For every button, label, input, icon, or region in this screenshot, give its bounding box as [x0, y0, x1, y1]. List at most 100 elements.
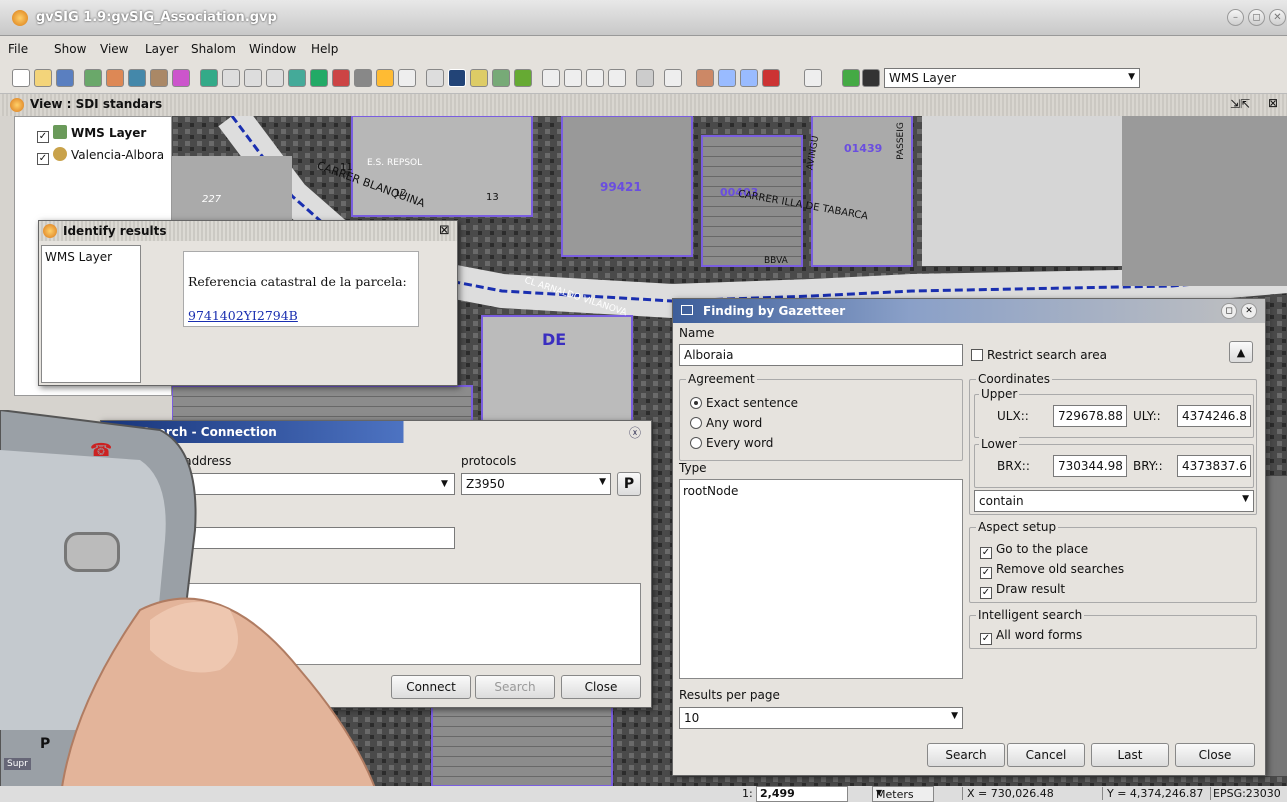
remove-old-searches-checkbox[interactable]: ✓ Remove old searches [980, 562, 1124, 579]
distance-icon[interactable] [470, 69, 488, 87]
menu-file[interactable]: File [8, 42, 28, 56]
export-icon[interactable] [762, 69, 780, 87]
radio-icon[interactable] [690, 417, 702, 429]
protocol-p-button[interactable]: P [617, 472, 641, 496]
zoom-in-icon[interactable] [222, 69, 240, 87]
results-per-page-select[interactable]: 10 [679, 707, 963, 729]
properties-icon[interactable] [128, 69, 146, 87]
binoculars-icon[interactable] [862, 69, 880, 87]
search-button[interactable]: Search [475, 675, 555, 699]
scale-input[interactable]: 2,499 [756, 786, 848, 802]
radio-icon[interactable] [690, 397, 702, 409]
gazetteer-last-button[interactable]: Last [1091, 743, 1169, 767]
select-rect-icon[interactable] [542, 69, 560, 87]
every-word-radio[interactable]: Every word [690, 436, 773, 450]
refresh-icon[interactable] [200, 69, 218, 87]
select-poly-icon[interactable] [586, 69, 604, 87]
toc-layer-valencia[interactable]: ✓ Valencia-Albora [37, 147, 173, 165]
go-to-place-checkbox[interactable]: ✓ Go to the place [980, 542, 1088, 559]
any-word-radio[interactable]: Any word [690, 416, 762, 430]
zoom-layer-icon[interactable] [310, 69, 328, 87]
call-icon[interactable]: ☎ [90, 440, 112, 461]
open-folder-icon[interactable] [34, 69, 52, 87]
view-close-icon[interactable]: ⊠ [1268, 96, 1278, 110]
collapse-up-button[interactable]: ▲ [1229, 341, 1253, 363]
checkbox-icon[interactable] [971, 349, 983, 361]
zoom-select-icon[interactable] [332, 69, 350, 87]
new-file-icon[interactable] [12, 69, 30, 87]
menu-window[interactable]: Window [249, 42, 296, 56]
checkbox-icon[interactable]: ✓ [980, 547, 992, 559]
type-list[interactable]: rootNode [679, 479, 963, 679]
toc-layer-wms[interactable]: ✓ WMS Layer [37, 125, 146, 143]
phone-p-key[interactable]: P [40, 736, 50, 752]
bry-input[interactable]: 4373837.6 [1177, 455, 1251, 477]
close-button[interactable]: Close [561, 675, 641, 699]
draw-result-checkbox[interactable]: ✓ Draw result [980, 582, 1065, 599]
zoom-tool-icon[interactable] [804, 69, 822, 87]
units-select[interactable]: ▼ Meters [872, 786, 934, 802]
layer-edit-icon[interactable] [842, 69, 860, 87]
close-icon[interactable]: ✕ [1269, 9, 1286, 26]
previous-zoom-icon[interactable] [354, 69, 372, 87]
gazetteer-close-button[interactable]: Close [1175, 743, 1255, 767]
gazetteer-icon[interactable] [740, 69, 758, 87]
tools-icon[interactable] [696, 69, 714, 87]
area-icon[interactable] [492, 69, 510, 87]
checkbox-icon[interactable]: ✓ [980, 567, 992, 579]
view-restore-icon[interactable]: ⇲⇱ [1230, 97, 1250, 111]
minimize-icon[interactable]: – [1227, 9, 1244, 26]
menu-view[interactable]: View [100, 42, 128, 56]
layout-icon[interactable] [664, 69, 682, 87]
table-icon[interactable] [636, 69, 654, 87]
server-dropdown-icon[interactable]: ▼ [441, 479, 448, 489]
zoom-all-icon[interactable] [288, 69, 306, 87]
close-icon[interactable]: ✕ [1241, 303, 1257, 319]
menu-shalom[interactable]: Shalom [191, 42, 236, 56]
close-icon[interactable]: ⓧ [629, 424, 641, 441]
type-root-node[interactable]: rootNode [683, 484, 738, 498]
identify-layer-item[interactable]: WMS Layer [45, 250, 112, 264]
checkbox-icon[interactable]: ✓ [37, 153, 49, 165]
zoom-plus-icon[interactable] [244, 69, 262, 87]
menu-layer[interactable]: Layer [145, 42, 178, 56]
zoom-out-icon[interactable] [266, 69, 284, 87]
phone-nav-key-icon[interactable] [64, 532, 120, 572]
style-icon[interactable] [172, 69, 190, 87]
gazetteer-cancel-button[interactable]: Cancel [1007, 743, 1085, 767]
all-word-forms-checkbox[interactable]: ✓ All word forms [980, 628, 1082, 645]
gazetteer-search-button[interactable]: Search [927, 743, 1005, 767]
menu-show[interactable]: Show [54, 42, 86, 56]
exact-sentence-radio[interactable]: Exact sentence [690, 396, 798, 410]
ulx-input[interactable]: 729678.88 [1053, 405, 1127, 427]
pan-hand-icon[interactable] [398, 69, 416, 87]
menu-help[interactable]: Help [311, 42, 338, 56]
select-circle-icon[interactable] [608, 69, 626, 87]
catalog-icon[interactable] [718, 69, 736, 87]
maximize-icon[interactable]: ◻ [1248, 9, 1265, 26]
add-layer-icon[interactable] [84, 69, 102, 87]
spatial-relation-select[interactable]: contain [974, 490, 1254, 512]
graph-icon[interactable] [514, 69, 532, 87]
radio-icon[interactable] [690, 437, 702, 449]
select-point-icon[interactable] [564, 69, 582, 87]
restrict-search-checkbox[interactable]: Restrict search area [971, 348, 1107, 362]
locator-icon[interactable] [376, 69, 394, 87]
save-icon[interactable] [56, 69, 74, 87]
uly-input[interactable]: 4374246.8 [1177, 405, 1251, 427]
info-icon[interactable] [448, 69, 466, 87]
layer-select[interactable]: WMS Layer [884, 68, 1140, 88]
checkbox-icon[interactable]: ✓ [37, 131, 49, 143]
close-icon[interactable]: ⊠ [439, 223, 450, 238]
cadastral-link[interactable]: 9741402YI2794B [188, 308, 298, 323]
connect-button[interactable]: Connect [391, 675, 471, 699]
edit-icon[interactable] [150, 69, 168, 87]
name-input[interactable]: Alboraia [679, 344, 963, 366]
phone-supr-key[interactable]: Supr [4, 758, 31, 770]
measure-icon[interactable] [426, 69, 444, 87]
brx-input[interactable]: 730344.98 [1053, 455, 1127, 477]
checkbox-icon[interactable]: ✓ [980, 633, 992, 645]
protocol-select[interactable]: Z3950 [461, 473, 611, 495]
maximize-icon[interactable]: ◻ [1221, 303, 1237, 319]
checkbox-icon[interactable]: ✓ [980, 587, 992, 599]
